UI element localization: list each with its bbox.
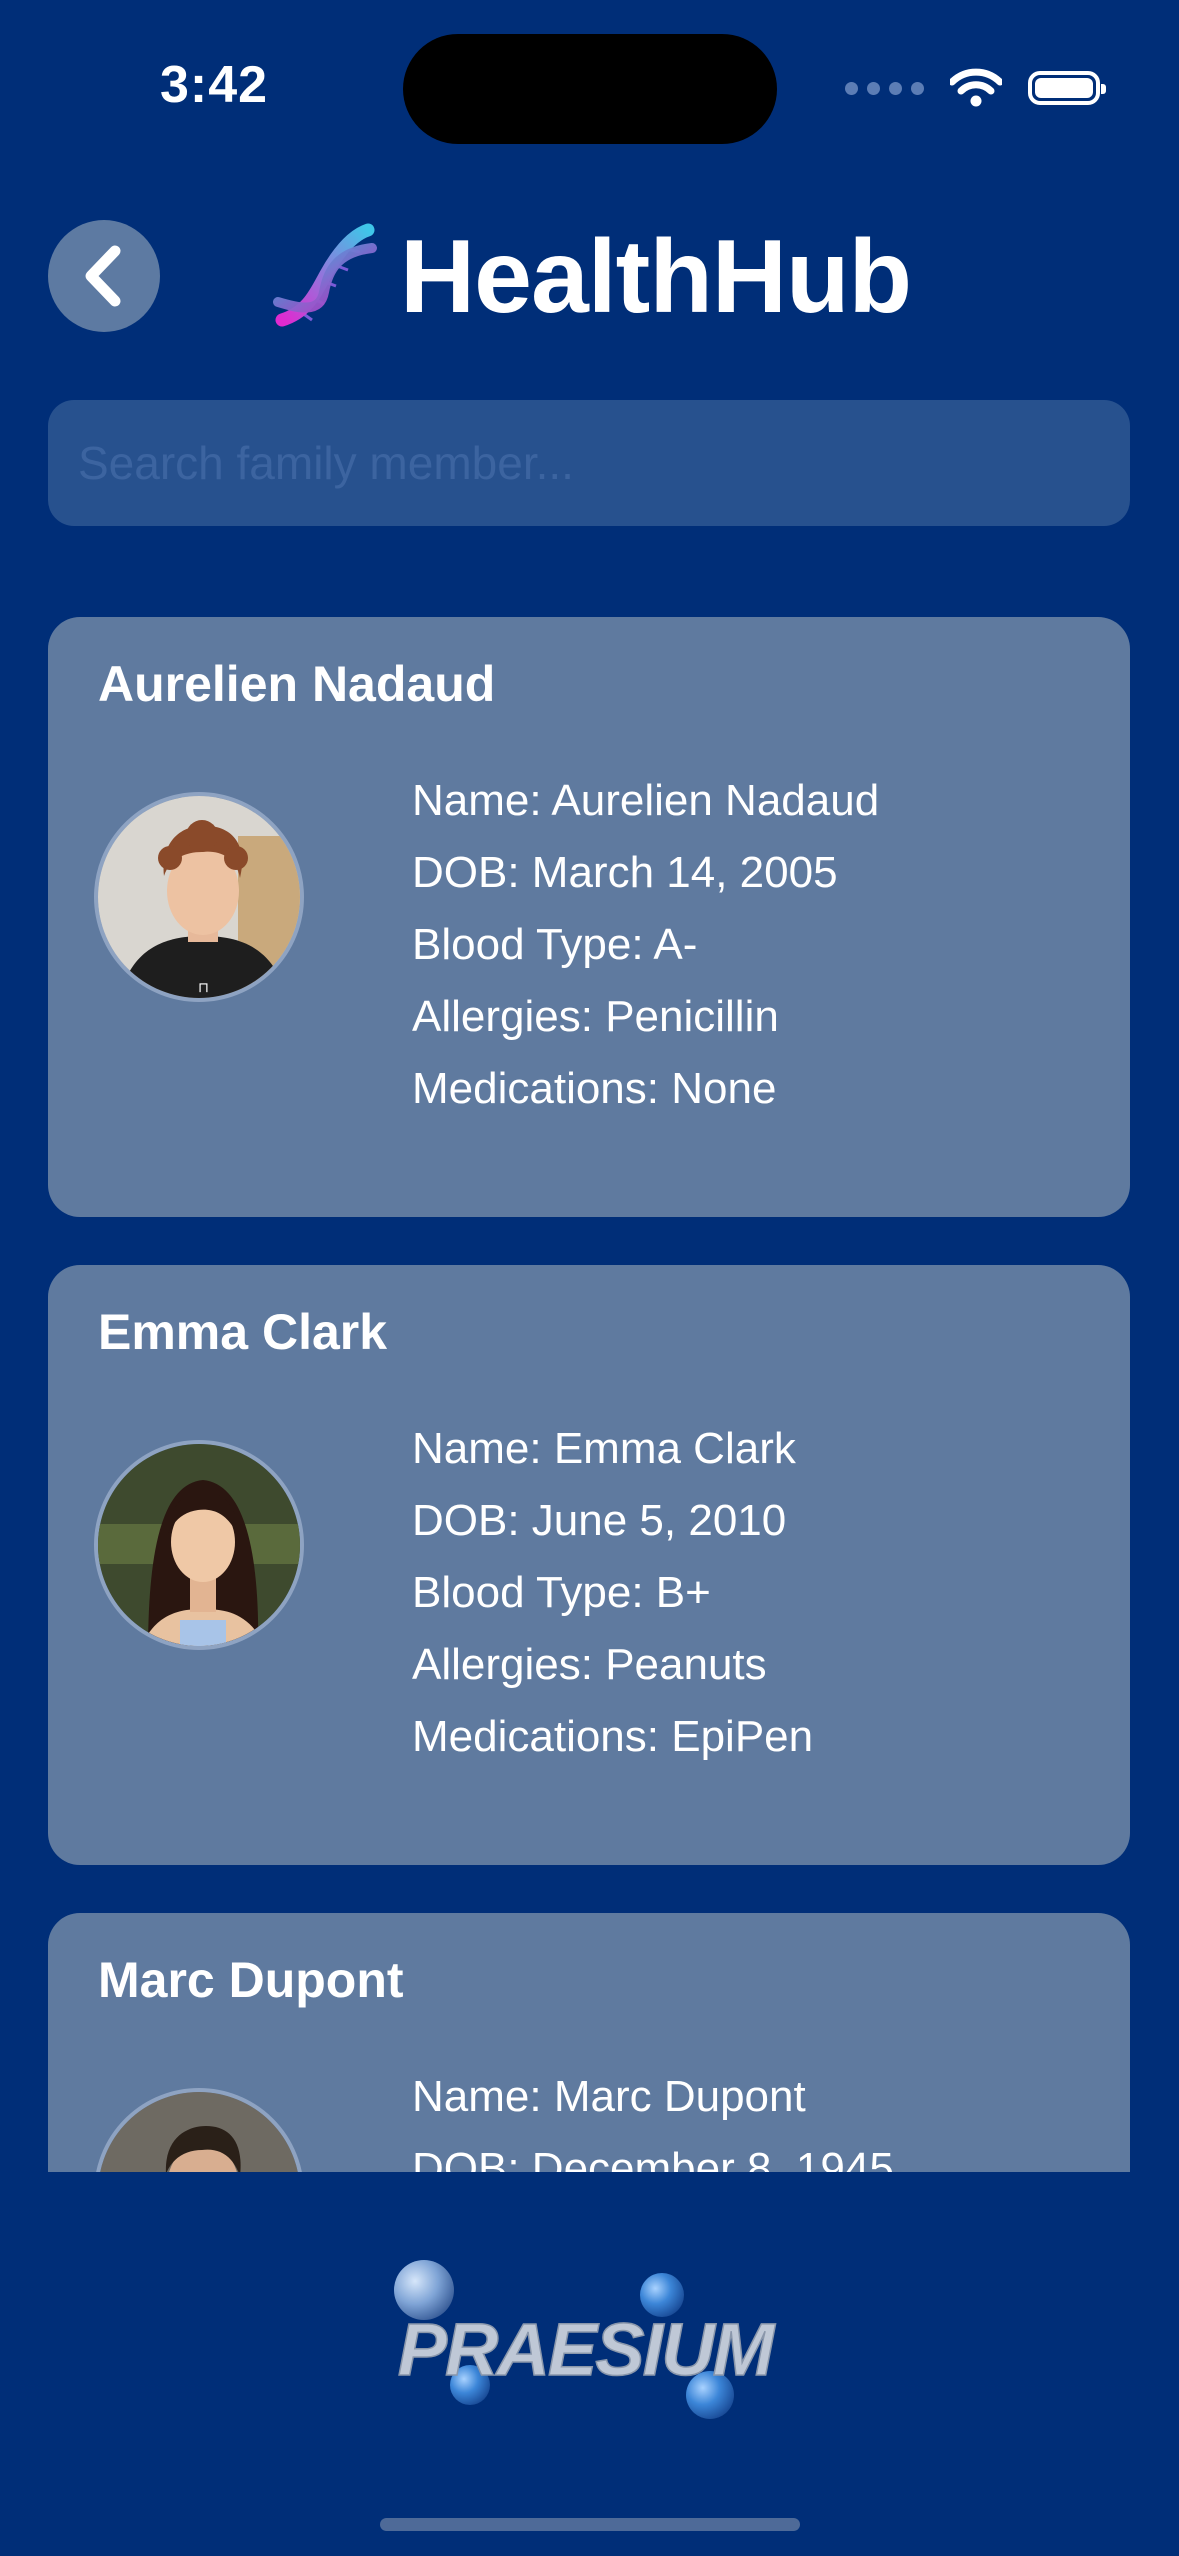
member-card[interactable]: Aurelien Nadaud ⊓ Name: Aurelien Nadaud … xyxy=(48,617,1130,1217)
member-card[interactable]: Emma Clark Name: Emma Clark DOB: June 5,… xyxy=(48,1265,1130,1865)
member-card-title: Marc Dupont xyxy=(98,1952,404,2008)
member-blood-type-line: Blood Type: B+ xyxy=(412,1568,711,1617)
member-medications-line: Medications: EpiPen xyxy=(412,1712,814,1761)
member-card-title: Aurelien Nadaud xyxy=(98,656,496,712)
wifi-icon xyxy=(950,68,1002,107)
brand-logo: PRAESIUM xyxy=(394,2260,778,2419)
dynamic-island xyxy=(403,34,777,144)
back-button[interactable] xyxy=(48,220,160,332)
member-allergies-line: Allergies: Peanuts xyxy=(412,1640,767,1689)
member-info: Name: Aurelien Nadaud DOB: March 14, 200… xyxy=(412,765,879,1125)
home-indicator[interactable] xyxy=(380,2518,800,2531)
member-card[interactable]: Marc Dupont Name: Marc Dupont DOB: Decem… xyxy=(48,1913,1130,2172)
signal-icon xyxy=(845,81,924,95)
chevron-left-icon xyxy=(85,245,121,307)
member-card-title: Emma Clark xyxy=(98,1304,388,1360)
avatar: ⊓ xyxy=(94,792,304,1002)
brand-name: PRAESIUM xyxy=(398,2308,776,2391)
search-bar[interactable] xyxy=(48,400,1130,526)
member-medications-line: Medications: None xyxy=(412,1064,777,1113)
member-name-line: Name: Marc Dupont xyxy=(412,2072,806,2121)
member-list[interactable]: Aurelien Nadaud ⊓ Name: Aurelien Nadaud … xyxy=(48,617,1130,2172)
avatar xyxy=(94,1440,304,1650)
status-time: 3:42 xyxy=(160,56,269,114)
member-name-line: Name: Aurelien Nadaud xyxy=(412,776,880,825)
svg-text:⊓: ⊓ xyxy=(198,980,209,996)
app-title: HealthHub xyxy=(400,219,912,335)
status-icons xyxy=(845,60,1106,116)
member-info: Name: Marc Dupont DOB: December 8, 1945 xyxy=(412,2061,894,2172)
member-dob-line: DOB: December 8, 1945 xyxy=(412,2144,894,2172)
member-dob-line: DOB: March 14, 2005 xyxy=(412,848,838,897)
search-input[interactable] xyxy=(48,400,1130,526)
member-dob-line: DOB: June 5, 2010 xyxy=(412,1496,787,1545)
member-allergies-line: Allergies: Penicillin xyxy=(412,992,779,1041)
battery-icon xyxy=(1028,71,1106,105)
dna-icon xyxy=(273,223,377,327)
member-name-line: Name: Emma Clark xyxy=(412,1424,796,1473)
avatar xyxy=(94,2088,304,2172)
member-info: Name: Emma Clark DOB: June 5, 2010 Blood… xyxy=(412,1413,813,1773)
member-blood-type-line: Blood Type: A- xyxy=(412,920,698,969)
